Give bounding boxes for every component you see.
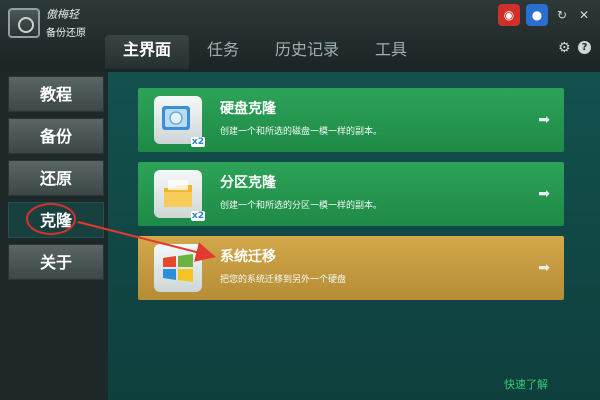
help-icon[interactable]: ? [578,41,591,54]
quick-learn-link[interactable]: 快速了解 [504,376,548,392]
sidebar-item-backup[interactable]: 备份 [8,118,104,154]
brand-name: 傲梅轻 [46,8,79,21]
disk-clone-icon: x2 [154,96,205,147]
partition-clone-icon: x2 [154,170,205,221]
sidebar-item-about[interactable]: 关于 [8,244,104,280]
tab-history[interactable]: 历史记录 [257,35,357,69]
windows-logo-icon [154,244,202,292]
system-migration-card[interactable]: 系统迁移 把您的系统迁移到另外一个硬盘 ➡ [138,236,564,300]
title-bar: 傲梅轻 备份还原 主界面 任务 历史记录 工具 ◉ ● ↻ ✕ ⚙ ? [0,0,600,72]
card-description: 创建一个和所选的分区一模一样的副本。 [220,201,383,211]
card-title: 分区克隆 [220,175,276,191]
sidebar-item-restore[interactable]: 还原 [8,160,104,196]
arrow-right-icon: ➡ [538,260,550,276]
tab-tools[interactable]: 工具 [357,35,425,69]
tab-tasks[interactable]: 任务 [189,35,257,69]
brand-subtitle: 备份还原 [46,28,86,39]
card-description: 创建一个和所选的磁盘一模一样的副本。 [220,127,383,137]
disk-clone-card[interactable]: x2 硬盘克隆 创建一个和所选的磁盘一模一样的副本。 ➡ [138,88,564,152]
gear-icon[interactable]: ⚙ [558,40,571,56]
arrow-right-icon: ➡ [538,112,550,128]
card-description: 把您的系统迁移到另外一个硬盘 [220,275,347,285]
card-title: 硬盘克隆 [220,101,276,117]
arrow-right-icon: ➡ [538,186,550,202]
sidebar: 教程 备份 还原 克隆 关于 [0,72,108,400]
main-content: x2 硬盘克隆 创建一个和所选的磁盘一模一样的副本。 ➡ x2 分区克隆 创建一… [108,72,600,400]
qq-icon[interactable]: ● [526,4,548,26]
sidebar-item-tutorial[interactable]: 教程 [8,76,104,112]
window-controls: ◉ ● ↻ ✕ [498,4,592,26]
annotation-circle [26,203,76,235]
weibo-icon[interactable]: ◉ [498,4,520,26]
refresh-icon[interactable]: ↻ [554,8,570,22]
tab-home[interactable]: 主界面 [105,35,190,69]
main-nav: 主界面 任务 历史记录 工具 [105,35,425,69]
card-title: 系统迁移 [220,249,276,265]
partition-clone-card[interactable]: x2 分区克隆 创建一个和所选的分区一模一样的副本。 ➡ [138,162,564,226]
close-icon[interactable]: ✕ [576,8,592,22]
app-logo-icon [8,8,40,38]
